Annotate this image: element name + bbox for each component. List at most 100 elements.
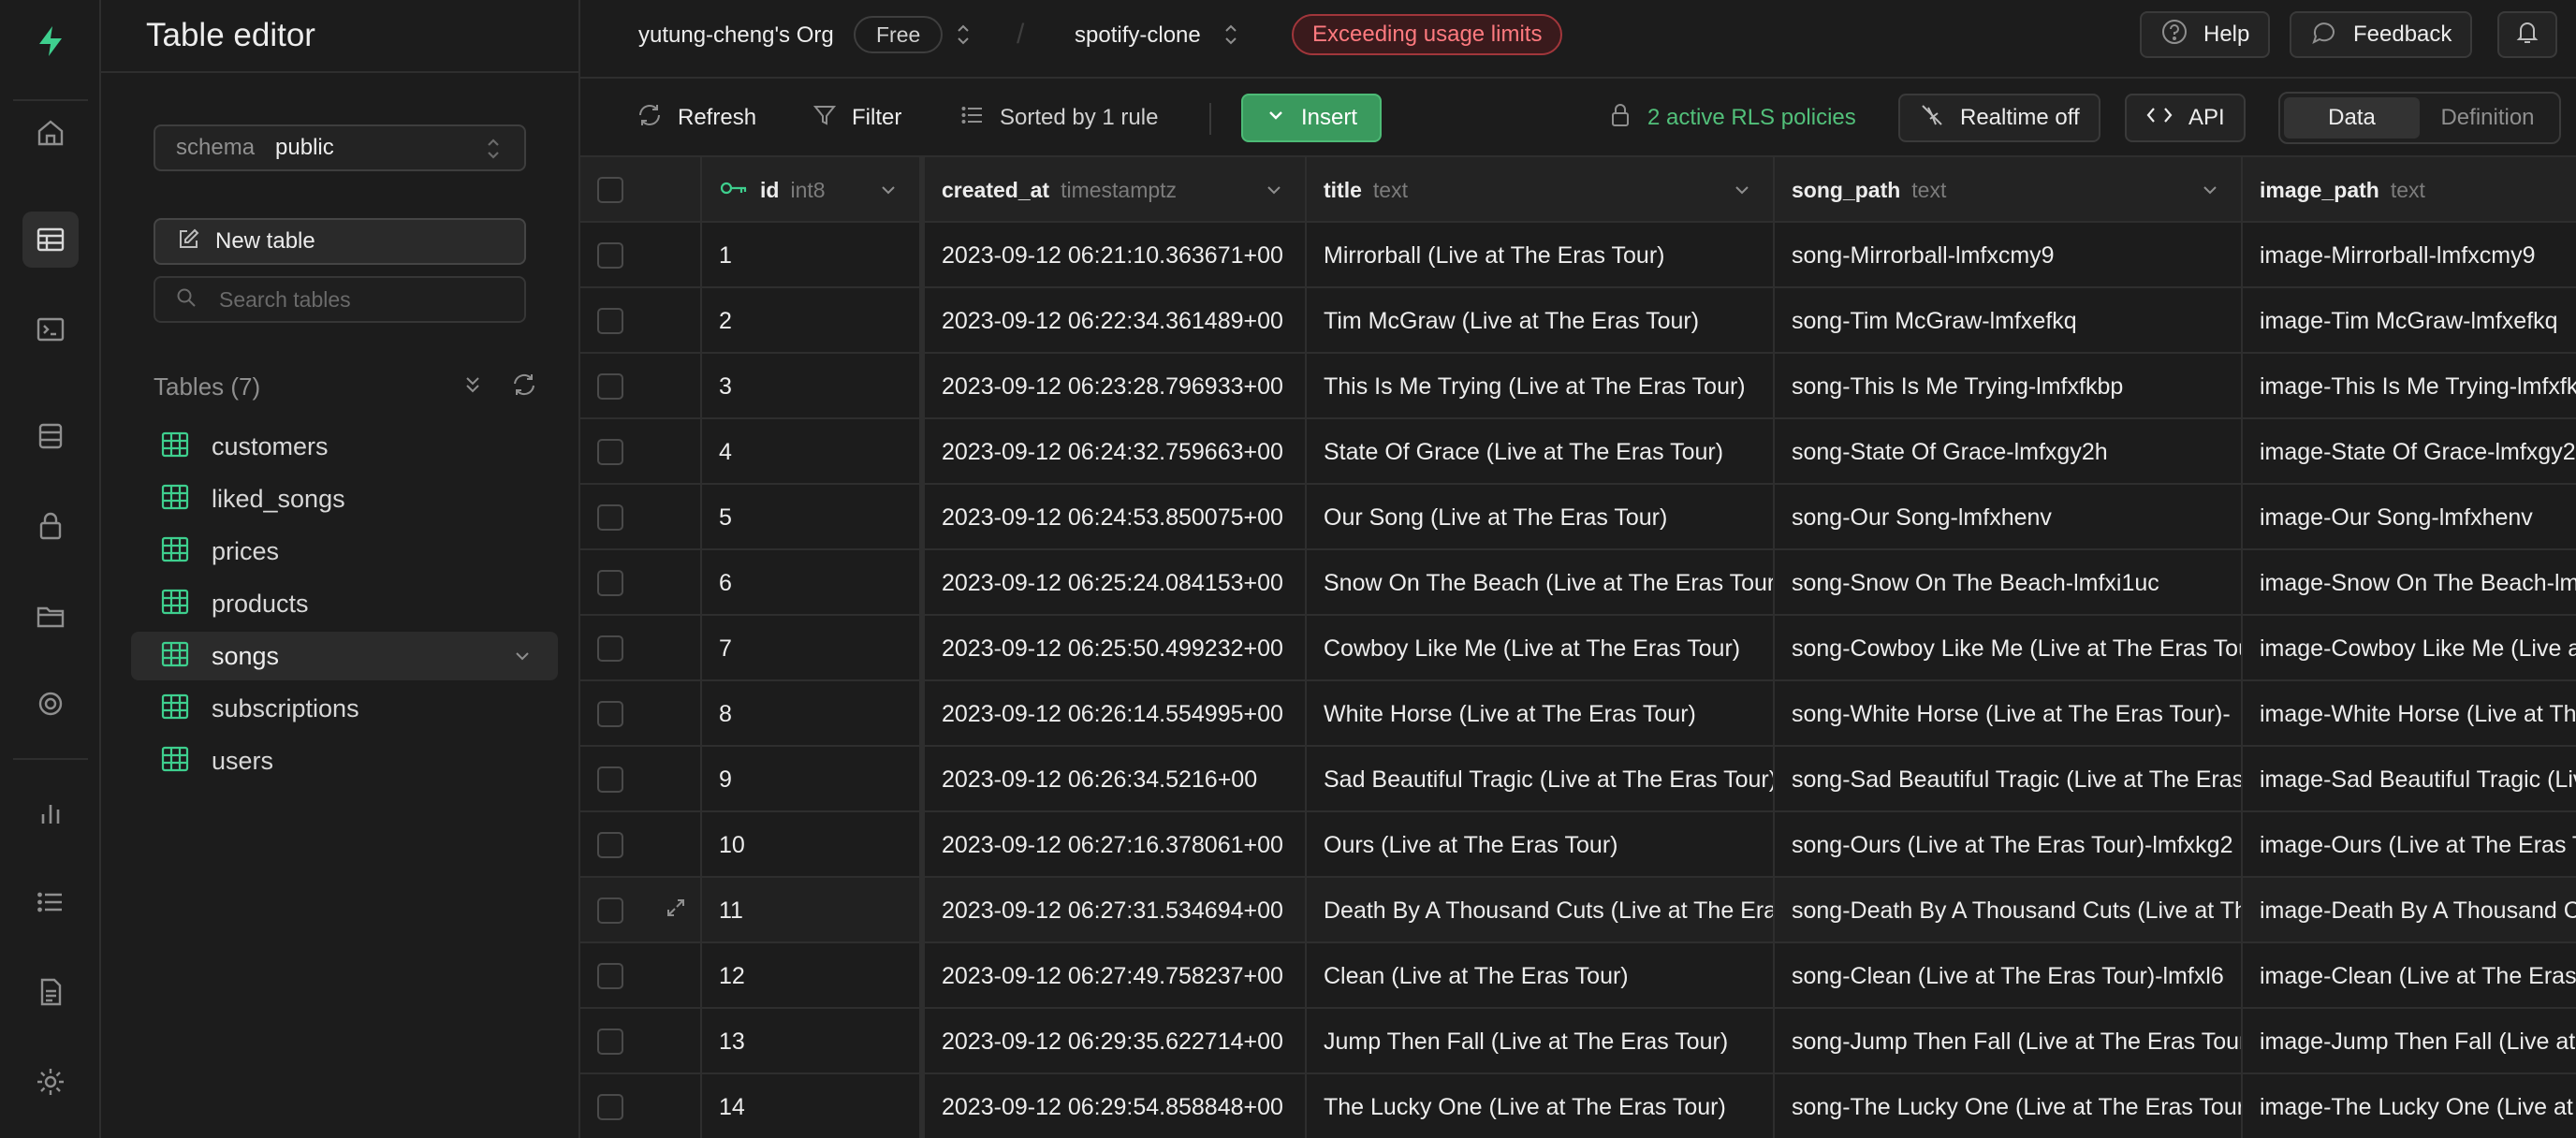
row-checkbox[interactable] xyxy=(597,504,623,531)
project-name[interactable]: spotify-clone xyxy=(1075,22,1201,49)
column-header-title[interactable]: title text xyxy=(1307,157,1775,223)
cell-song-path[interactable]: song-White Horse (Live at The Eras Tour)… xyxy=(1775,681,2243,747)
cell-created-at[interactable]: 2023-09-12 06:22:34.361489+00 xyxy=(925,288,1307,354)
cell-id[interactable]: 9 xyxy=(702,747,925,812)
cell-song-path[interactable]: song-Jump Then Fall (Live at The Eras To… xyxy=(1775,1009,2243,1074)
cell-title[interactable]: Clean (Live at The Eras Tour) xyxy=(1307,943,1775,1009)
table-row[interactable]: 1 2023-09-12 06:21:10.363671+00 Mirrorball… xyxy=(580,223,2576,288)
cell-image-path[interactable]: image-State Of Grace-lmfxgy2h xyxy=(2243,419,2576,485)
column-header-song-path[interactable]: song_path text xyxy=(1775,157,2243,223)
chevron-up-down-icon[interactable] xyxy=(1222,21,1239,53)
sidebar-table-item[interactable]: prices xyxy=(131,527,558,576)
cell-id[interactable]: 10 xyxy=(702,812,925,878)
table-row[interactable]: 3 2023-09-12 06:23:28.796933+00 This Is Me… xyxy=(580,354,2576,419)
table-row[interactable]: 4 2023-09-12 06:24:32.759663+00 State Of G… xyxy=(580,419,2576,485)
cell-id[interactable]: 2 xyxy=(702,288,925,354)
cell-created-at[interactable]: 2023-09-12 06:29:35.622714+00 xyxy=(925,1009,1307,1074)
cell-title[interactable]: Mirrorball (Live at The Eras Tour) xyxy=(1307,223,1775,288)
refresh-button[interactable]: Refresh xyxy=(637,94,756,142)
cell-id[interactable]: 1 xyxy=(702,223,925,288)
cell-id[interactable]: 11 xyxy=(702,878,925,943)
cell-image-path[interactable]: image-Death By A Thousand Cuts xyxy=(2243,878,2576,943)
cell-image-path[interactable]: image-Tim McGraw-lmfxefkq xyxy=(2243,288,2576,354)
docs-icon[interactable] xyxy=(22,964,79,1020)
chevron-down-icon[interactable] xyxy=(1264,180,1284,206)
row-checkbox[interactable] xyxy=(597,439,623,465)
cell-title[interactable]: Cowboy Like Me (Live at The Eras Tour) xyxy=(1307,616,1775,681)
row-checkbox[interactable] xyxy=(597,242,623,269)
cell-song-path[interactable]: song-Tim McGraw-lmfxefkq xyxy=(1775,288,2243,354)
realtime-icon[interactable] xyxy=(22,676,79,732)
cell-id[interactable]: 7 xyxy=(702,616,925,681)
table-row[interactable]: 13 2023-09-12 06:29:35.622714+00 Jump Then… xyxy=(580,1009,2576,1074)
cell-title[interactable]: Death By A Thousand Cuts (Live at The Er… xyxy=(1307,878,1775,943)
table-row[interactable]: 11 2023-09-12 06:27:31.534694+00 Death By … xyxy=(580,878,2576,943)
row-checkbox[interactable] xyxy=(597,570,623,596)
collapse-all-icon[interactable] xyxy=(461,372,485,401)
settings-gear-icon[interactable] xyxy=(22,1054,79,1110)
table-row[interactable]: 9 2023-09-12 06:26:34.5216+00 Sad Beautifu… xyxy=(580,747,2576,812)
table-row[interactable]: 8 2023-09-12 06:26:14.554995+00 White Hors… xyxy=(580,681,2576,747)
cell-id[interactable]: 3 xyxy=(702,354,925,419)
cell-created-at[interactable]: 2023-09-12 06:21:10.363671+00 xyxy=(925,223,1307,288)
cell-title[interactable]: Jump Then Fall (Live at The Eras Tour) xyxy=(1307,1009,1775,1074)
column-header-image-path[interactable]: image_path text xyxy=(2243,157,2576,223)
supabase-logo-icon[interactable] xyxy=(22,13,79,69)
cell-song-path[interactable]: song-Sad Beautiful Tragic (Live at The E… xyxy=(1775,747,2243,812)
reports-icon[interactable] xyxy=(22,784,79,840)
cell-song-path[interactable]: song-This Is Me Trying-lmfxfkbp xyxy=(1775,354,2243,419)
sidebar-table-item[interactable]: products xyxy=(131,579,558,628)
cell-created-at[interactable]: 2023-09-12 06:25:50.499232+00 xyxy=(925,616,1307,681)
cell-id[interactable]: 13 xyxy=(702,1009,925,1074)
cell-created-at[interactable]: 2023-09-12 06:26:14.554995+00 xyxy=(925,681,1307,747)
table-row[interactable]: 6 2023-09-12 06:25:24.084153+00 Snow On Th… xyxy=(580,550,2576,616)
cell-created-at[interactable]: 2023-09-12 06:27:16.378061+00 xyxy=(925,812,1307,878)
cell-title[interactable]: State Of Grace (Live at The Eras Tour) xyxy=(1307,419,1775,485)
cell-image-path[interactable]: image-This Is Me Trying-lmfxfkbp xyxy=(2243,354,2576,419)
table-row[interactable]: 7 2023-09-12 06:25:50.499232+00 Cowboy Lik… xyxy=(580,616,2576,681)
cell-song-path[interactable]: song-Death By A Thousand Cuts (Live at T… xyxy=(1775,878,2243,943)
table-row[interactable]: 5 2023-09-12 06:24:53.850075+00 Our Song (… xyxy=(580,485,2576,550)
cell-image-path[interactable]: image-Our Song-lmfxhenv xyxy=(2243,485,2576,550)
column-header-id[interactable]: id int8 xyxy=(702,157,925,223)
schema-select[interactable]: schema public xyxy=(154,124,526,171)
column-header-created-at[interactable]: created_at timestamptz xyxy=(925,157,1307,223)
cell-image-path[interactable]: image-Jump Then Fall (Live at The Eras T… xyxy=(2243,1009,2576,1074)
api-button[interactable]: API xyxy=(2125,94,2246,142)
cell-song-path[interactable]: song-Cowboy Like Me (Live at The Eras To… xyxy=(1775,616,2243,681)
cell-title[interactable]: White Horse (Live at The Eras Tour) xyxy=(1307,681,1775,747)
feedback-button[interactable]: Feedback xyxy=(2290,11,2473,58)
select-all-checkbox[interactable] xyxy=(597,177,623,203)
row-checkbox[interactable] xyxy=(597,1094,623,1120)
cell-song-path[interactable]: song-Snow On The Beach-lmfxi1uc xyxy=(1775,550,2243,616)
table-row[interactable]: 10 2023-09-12 06:27:16.378061+00 Ours (Liv… xyxy=(580,812,2576,878)
cell-title[interactable]: Tim McGraw (Live at The Eras Tour) xyxy=(1307,288,1775,354)
storage-icon[interactable] xyxy=(22,588,79,644)
row-checkbox[interactable] xyxy=(597,373,623,400)
cell-song-path[interactable]: song-The Lucky One (Live at The Eras Tou… xyxy=(1775,1074,2243,1138)
cell-created-at[interactable]: 2023-09-12 06:26:34.5216+00 xyxy=(925,747,1307,812)
cell-image-path[interactable]: image-Snow On The Beach-lmfxi1uc xyxy=(2243,550,2576,616)
sidebar-table-item[interactable]: users xyxy=(131,737,558,785)
data-tab[interactable]: Data xyxy=(2284,97,2420,139)
definition-tab[interactable]: Definition xyxy=(2420,97,2555,139)
row-checkbox[interactable] xyxy=(597,308,623,334)
realtime-button[interactable]: Realtime off xyxy=(1898,94,2100,142)
cell-id[interactable]: 12 xyxy=(702,943,925,1009)
cell-created-at[interactable]: 2023-09-12 06:27:49.758237+00 xyxy=(925,943,1307,1009)
cell-song-path[interactable]: song-Ours (Live at The Eras Tour)-lmfxkg… xyxy=(1775,812,2243,878)
cell-created-at[interactable]: 2023-09-12 06:24:53.850075+00 xyxy=(925,485,1307,550)
chevron-down-icon[interactable] xyxy=(511,645,534,672)
row-checkbox[interactable] xyxy=(597,701,623,727)
cell-created-at[interactable]: 2023-09-12 06:29:54.858848+00 xyxy=(925,1074,1307,1138)
usage-limit-badge[interactable]: Exceeding usage limits xyxy=(1292,14,1563,55)
cell-id[interactable]: 14 xyxy=(702,1074,925,1138)
table-row[interactable]: 2 2023-09-12 06:22:34.361489+00 Tim McGraw… xyxy=(580,288,2576,354)
notifications-button[interactable] xyxy=(2497,11,2557,58)
rls-policies-button[interactable]: 2 active RLS policies xyxy=(1608,94,1856,142)
cell-image-path[interactable]: image-The Lucky One (Live at The Eras To… xyxy=(2243,1074,2576,1138)
chevron-down-icon[interactable] xyxy=(1732,180,1752,206)
cell-created-at[interactable]: 2023-09-12 06:24:32.759663+00 xyxy=(925,419,1307,485)
home-icon[interactable] xyxy=(22,105,79,161)
chevron-down-icon[interactable] xyxy=(2200,180,2220,206)
